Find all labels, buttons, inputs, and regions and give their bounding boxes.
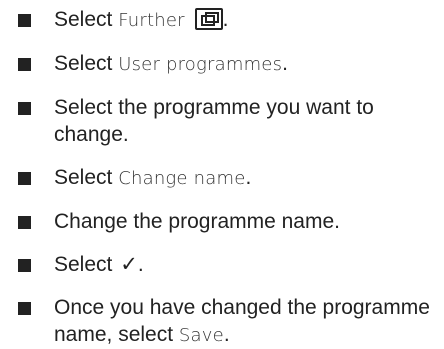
ui-label-save: Save (178, 325, 224, 346)
square-bullet-icon (18, 216, 31, 229)
step-prefix: Select (54, 8, 113, 31)
ui-label-user-programmes: User programmes (118, 54, 283, 75)
step-text: Select the programme you want to change. (54, 96, 374, 146)
step-suffix: . (282, 52, 289, 75)
list-item: Change the programme name. (18, 208, 440, 235)
step-prefix: Once you have changed the programme name… (54, 296, 430, 346)
step-suffix: . (222, 8, 229, 31)
step-suffix: . (223, 323, 230, 346)
step-suffix: . (137, 253, 144, 276)
step-suffix: . (245, 166, 252, 189)
ui-label-further: Further (118, 10, 185, 31)
square-bullet-icon (18, 58, 31, 71)
step-prefix: Select (54, 52, 113, 75)
step-prefix: Select (54, 253, 113, 276)
instruction-list: Select Further . Select User programmes.… (18, 0, 440, 349)
checkmark-icon: ✓ (120, 252, 138, 276)
square-bullet-icon (18, 259, 31, 272)
square-bullet-icon (18, 172, 31, 185)
list-item: Select Change name. (18, 164, 440, 192)
step-prefix: Select (54, 166, 113, 189)
further-icon (194, 8, 223, 30)
list-item: Select the programme you want to change. (18, 94, 440, 148)
step-text: Change the programme name. (54, 210, 340, 233)
ui-label-change-name: Change name (118, 168, 246, 189)
list-item: Select User programmes. (18, 50, 440, 78)
list-item: Select ✓. (18, 251, 440, 278)
square-bullet-icon (18, 302, 31, 315)
square-bullet-icon (18, 14, 31, 27)
square-bullet-icon (18, 102, 31, 115)
list-item: Select Further . (18, 6, 440, 34)
